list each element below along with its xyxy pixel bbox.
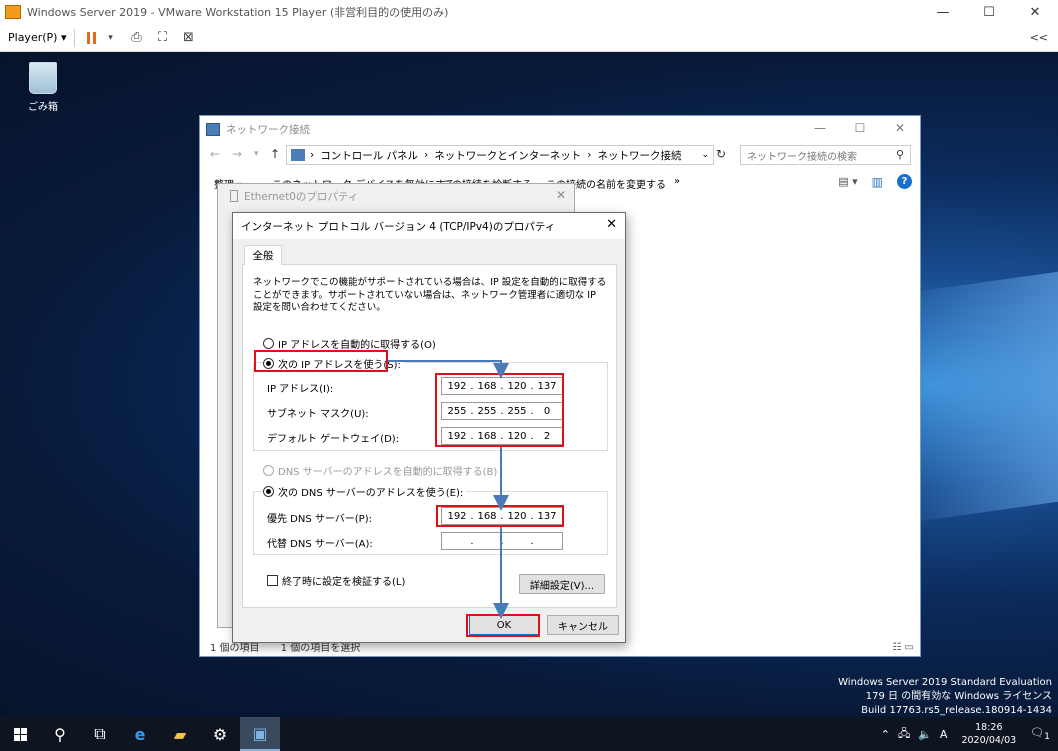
clock-time: 18:26 — [975, 722, 1003, 733]
refresh-icon[interactable]: ↻ — [716, 147, 726, 161]
item-count: 1 個の項目 — [210, 643, 260, 654]
unity-icon[interactable]: ⊠ — [178, 29, 198, 47]
network-folder-icon — [206, 122, 220, 136]
taskbar: ⚲ ⧉ e ▰ ⚙ ▣ ⌃ 🖧 🔈 A 18:26 2020/04/03 🗨1 — [0, 717, 1058, 751]
back-icon[interactable]: ← — [210, 147, 220, 161]
internet-explorer-icon[interactable]: e — [120, 717, 160, 751]
collapse-toolbar-icon[interactable]: << — [1030, 31, 1048, 44]
breadcrumb-item[interactable]: ネットワーク接続 — [597, 148, 681, 163]
eval-line: Windows Server 2019 Standard Evaluation — [838, 677, 1052, 688]
vmware-logo-icon — [5, 5, 21, 19]
search-icon[interactable]: ⚲ — [40, 717, 80, 751]
windows-logo-icon — [13, 727, 27, 741]
settings-icon[interactable]: ⚙ — [200, 717, 240, 751]
arrow-to-ip-fields — [388, 360, 509, 379]
ethernet-title: Ethernet0のプロパティ — [244, 190, 359, 203]
ethernet-close-button[interactable]: ✕ — [556, 188, 566, 202]
toolbar-separator — [74, 28, 76, 47]
maximize-button[interactable]: ☐ — [966, 0, 1012, 24]
explorer-title: ネットワーク接続 — [226, 123, 310, 136]
send-ctrl-alt-del-icon[interactable]: ⎙ — [126, 29, 146, 47]
tab-general[interactable]: 全般 — [244, 245, 282, 265]
breadcrumb-item[interactable]: ネットワークとインターネット — [434, 148, 581, 163]
recent-locations-icon[interactable]: ▾ — [254, 149, 259, 159]
recycle-bin-icon — [29, 62, 57, 94]
help-icon[interactable]: ? — [897, 174, 912, 189]
layout-toggle-icons[interactable]: ☷ ▭ — [892, 642, 914, 653]
preview-pane-icon[interactable]: ▥ — [872, 175, 883, 189]
selected-count: 1 個の項目を選択 — [280, 643, 361, 654]
instruction-arrows — [388, 360, 509, 619]
close-button[interactable]: ✕ — [1012, 0, 1058, 24]
ethernet-titlebar: Ethernet0のプロパティ ✕ — [218, 184, 574, 208]
network-adapter-icon — [230, 190, 238, 202]
vmware-window-title: Windows Server 2019 - VMware Workstation… — [27, 6, 449, 19]
explorer-titlebar: ネットワーク接続 — ☐ ✕ — [200, 116, 920, 142]
explorer-minimize-button[interactable]: — — [800, 116, 840, 140]
search-placeholder: ネットワーク接続の検索 — [747, 151, 857, 163]
fullscreen-icon[interactable]: ⛶ — [152, 29, 172, 47]
ipv4-properties-dialog: インターネット プロトコル バージョン 4 (TCP/IPv4)のプロパティ ✕… — [232, 212, 626, 643]
pause-icon[interactable] — [87, 31, 97, 44]
player-menu[interactable]: Player(P) ▾ — [8, 31, 66, 44]
recycle-bin-label: ごみ箱 — [28, 102, 58, 113]
search-icon: ⚲ — [895, 148, 904, 161]
more-commands[interactable]: » — [674, 176, 680, 187]
breadcrumb-item[interactable]: コントロール パネル — [320, 148, 418, 163]
address-bar[interactable]: › コントロール パネル › ネットワークとインターネット › ネットワーク接続… — [286, 145, 714, 165]
change-view-icon[interactable]: ▤ ▾ — [838, 175, 857, 188]
wallpaper-light — [900, 270, 1058, 524]
eval-line: 179 日 の間有効な Windows ライセンス — [865, 691, 1052, 702]
forward-icon[interactable]: → — [232, 147, 242, 161]
task-view-icon[interactable]: ⧉ — [80, 717, 120, 751]
vmware-toolbar: Player(P) ▾ ▾ ⎙ ⛶ ⊠ << — [0, 24, 1058, 52]
notification-count: 1 — [1044, 731, 1050, 743]
minimize-button[interactable]: — — [920, 0, 966, 24]
network-icon[interactable]: 🖧 — [898, 725, 910, 744]
up-icon[interactable]: ↑ — [270, 147, 280, 161]
evaluation-watermark: Windows Server 2019 Standard Evaluation … — [838, 676, 1052, 717]
recycle-bin[interactable]: ごみ箱 — [22, 62, 64, 113]
ime-indicator[interactable]: A — [940, 728, 948, 741]
show-hidden-icons-icon[interactable]: ⌃ — [881, 728, 890, 741]
file-explorer-icon[interactable]: ▰ — [160, 717, 200, 751]
address-dropdown-icon[interactable]: ⌄ — [701, 150, 709, 160]
system-tray: ⌃ 🖧 🔈 A 18:26 2020/04/03 🗨1 — [877, 717, 1058, 751]
explorer-close-button[interactable]: ✕ — [880, 116, 920, 140]
start-button[interactable] — [0, 717, 40, 751]
pause-dropdown-icon[interactable]: ▾ — [100, 29, 120, 47]
clock[interactable]: 18:26 2020/04/03 — [961, 721, 1016, 747]
eval-line: Build 17763.rs5_release.180914-1434 — [861, 705, 1052, 716]
address-row: ← → ▾ ↑ › コントロール パネル › ネットワークとインターネット › … — [200, 144, 920, 168]
search-input[interactable]: ネットワーク接続の検索 ⚲ — [740, 145, 911, 165]
view-controls: ▤ ▾ ▥ ? — [838, 174, 912, 189]
vmware-titlebar: Windows Server 2019 - VMware Workstation… — [0, 0, 1058, 24]
clock-date: 2020/04/03 — [961, 735, 1017, 746]
explorer-maximize-button[interactable]: ☐ — [840, 116, 880, 140]
volume-icon[interactable]: 🔈 — [918, 728, 932, 741]
network-connections-taskbar-icon[interactable]: ▣ — [240, 717, 280, 751]
control-panel-icon — [291, 149, 305, 161]
notification-center-icon[interactable]: 🗨1 — [1030, 726, 1050, 742]
